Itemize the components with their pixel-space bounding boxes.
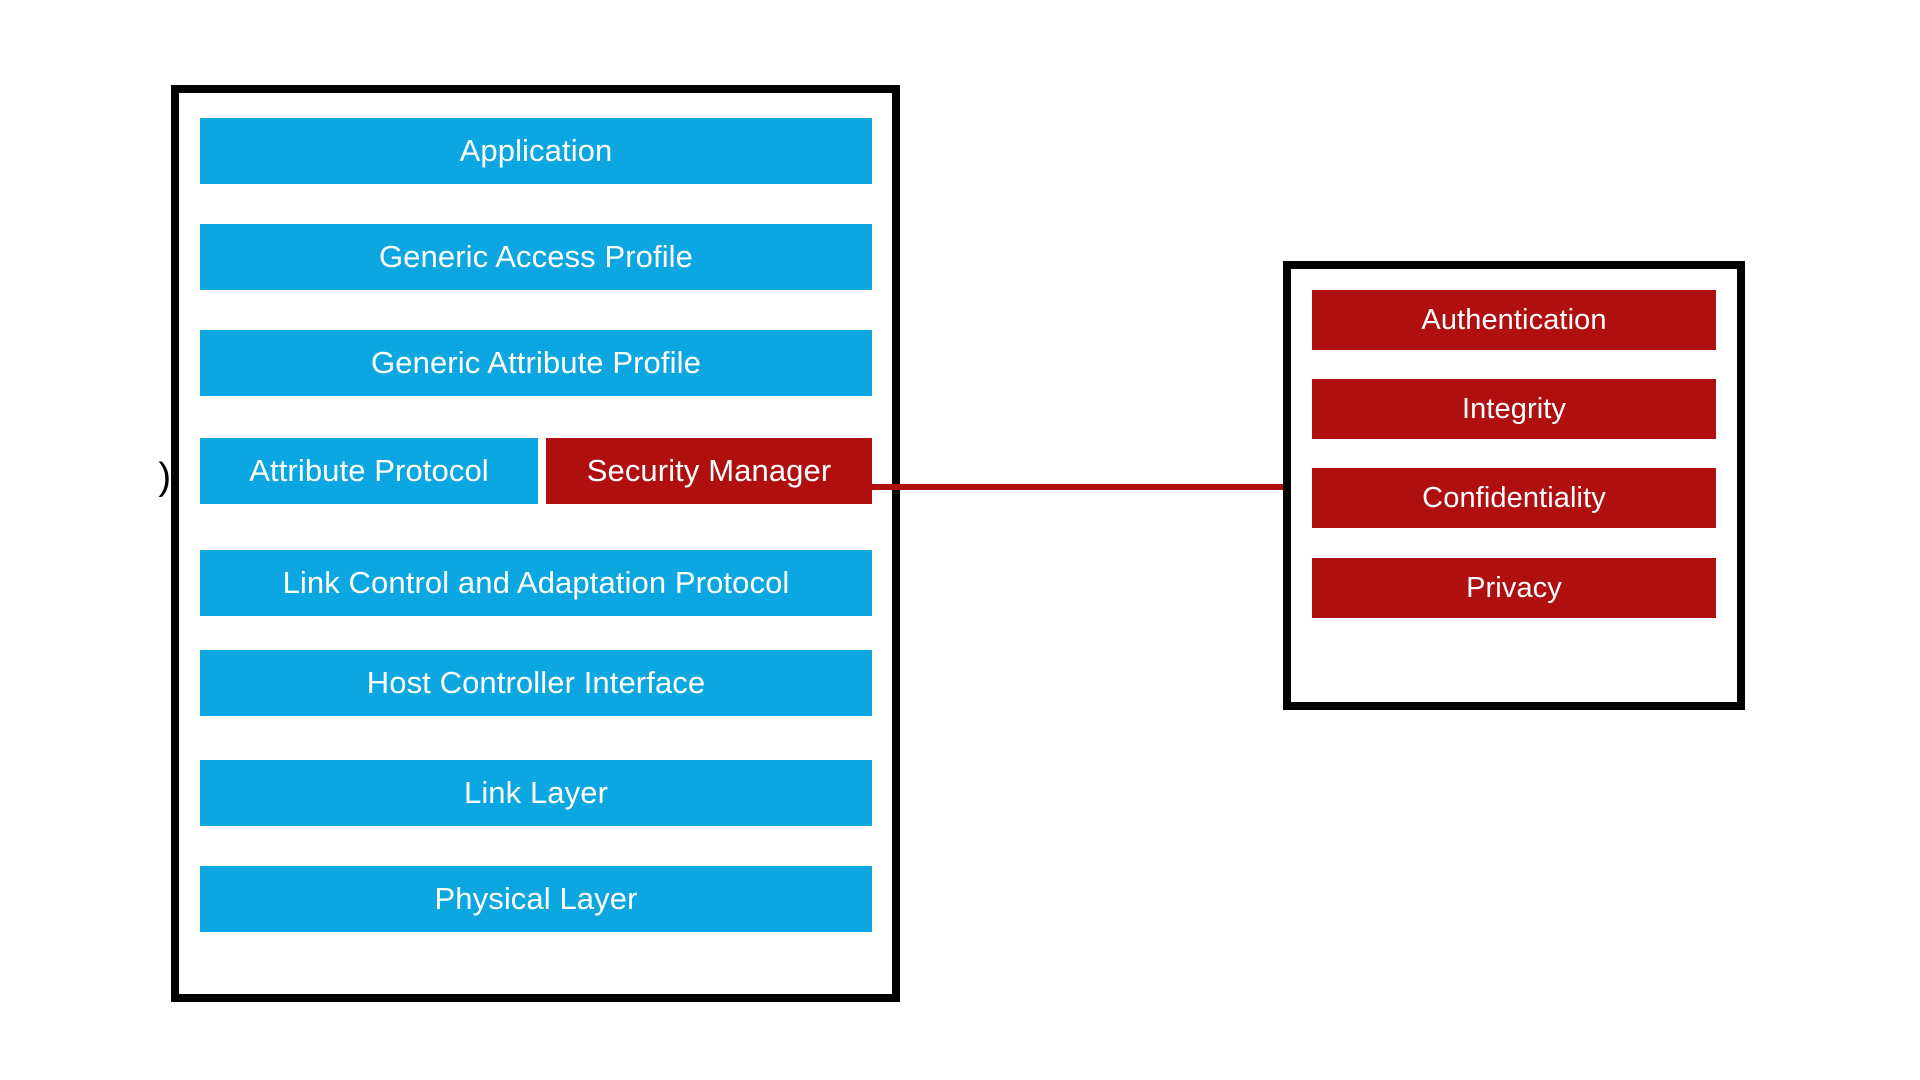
stack-layer-generic-attribute-profile[interactable]: Generic Attribute Profile (200, 330, 872, 396)
connector-line-security-manager (872, 484, 1286, 490)
stack-layer-link-control-and-adaptation-protocol[interactable]: Link Control and Adaptation Protocol (200, 550, 872, 616)
security-feature-label: Authentication (1421, 303, 1607, 336)
stack-layer-label: Generic Attribute Profile (371, 345, 701, 380)
clipped-edge-text: ) (132, 454, 171, 500)
stack-layer-label: Security Manager (586, 453, 832, 488)
security-feature-privacy[interactable]: Privacy (1312, 558, 1716, 618)
clipped-edge-glyph: ) (158, 456, 171, 498)
stack-layer-label: Generic Access Profile (378, 239, 694, 274)
stack-layer-label: Link Control and Adaptation Protocol (282, 565, 790, 600)
security-feature-authentication[interactable]: Authentication (1312, 290, 1716, 350)
security-feature-integrity[interactable]: Integrity (1312, 379, 1716, 439)
security-feature-label: Confidentiality (1422, 481, 1606, 514)
stack-layer-physical-layer[interactable]: Physical Layer (200, 866, 872, 932)
stack-layer-label: Host Controller Interface (366, 665, 706, 700)
stack-layer-label: Application (459, 133, 613, 168)
ble-stack-container (171, 85, 900, 1002)
diagram-canvas: ) Application Generic Access Profile Gen… (0, 0, 1920, 1080)
stack-layer-link-layer[interactable]: Link Layer (200, 760, 872, 826)
stack-layer-security-manager[interactable]: Security Manager (546, 438, 872, 504)
security-feature-label: Privacy (1466, 571, 1562, 604)
stack-layer-application[interactable]: Application (200, 118, 872, 184)
stack-layer-label: Link Layer (463, 775, 609, 810)
stack-layer-label: Attribute Protocol (249, 453, 489, 488)
stack-layer-generic-access-profile[interactable]: Generic Access Profile (200, 224, 872, 290)
stack-layer-host-controller-interface[interactable]: Host Controller Interface (200, 650, 872, 716)
security-feature-confidentiality[interactable]: Confidentiality (1312, 468, 1716, 528)
stack-layer-label: Physical Layer (434, 881, 638, 916)
stack-layer-attribute-protocol[interactable]: Attribute Protocol (200, 438, 538, 504)
security-feature-label: Integrity (1461, 392, 1567, 425)
